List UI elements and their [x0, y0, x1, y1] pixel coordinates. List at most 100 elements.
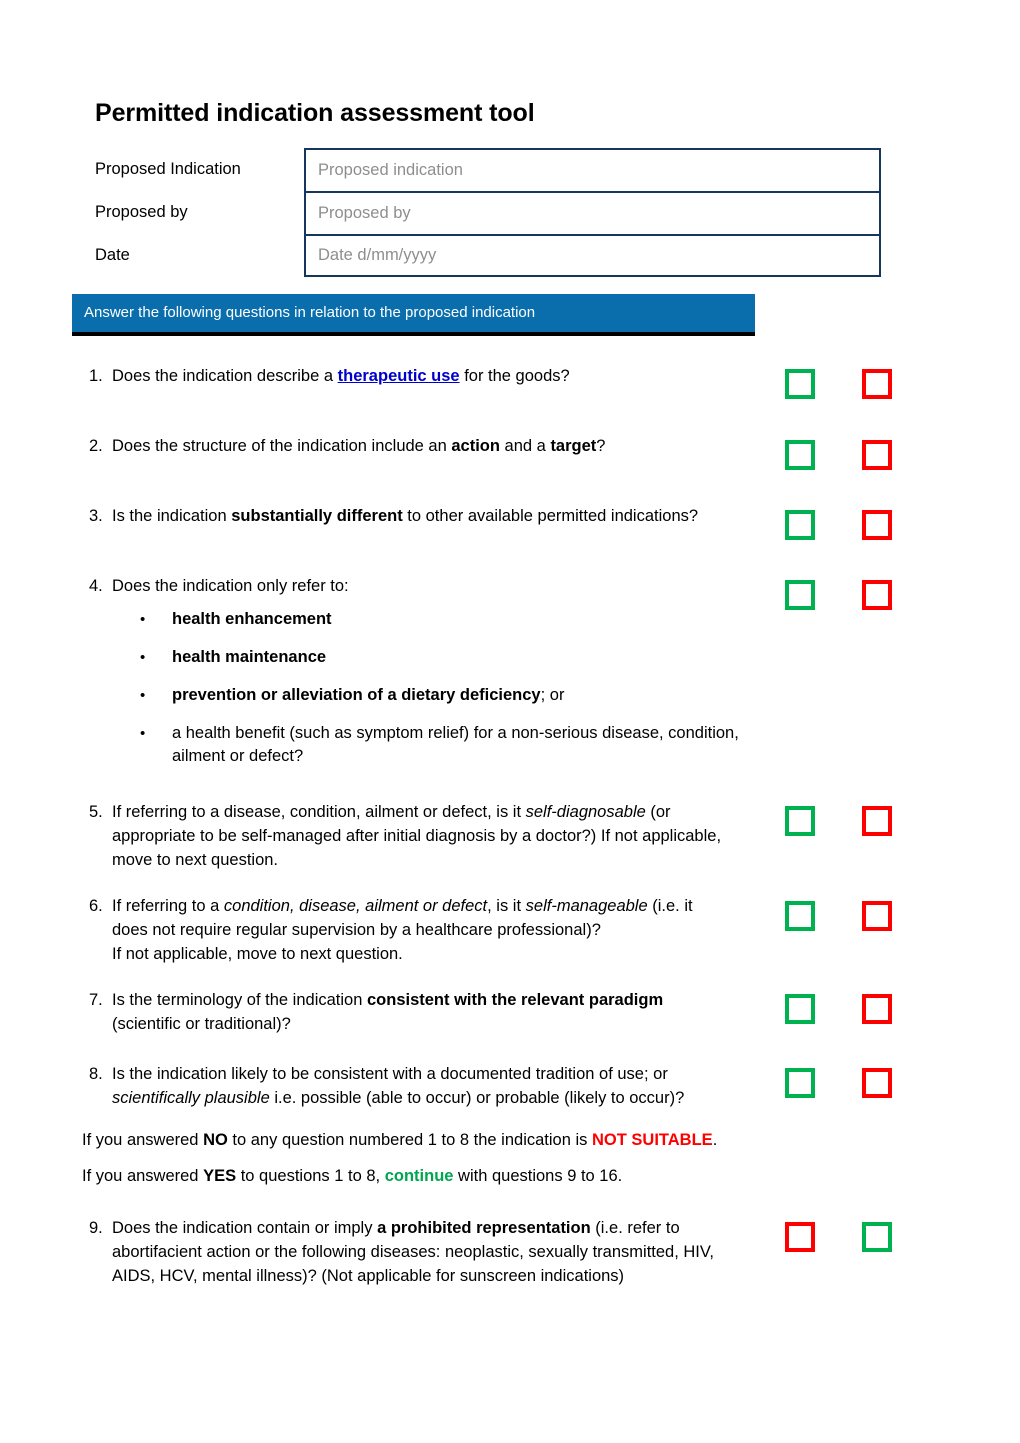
italic-text: condition, disease, ailment or defect [223, 897, 488, 915]
checkbox-q7-right-red[interactable] [862, 994, 892, 1024]
plain-text: , is it [487, 897, 526, 915]
therapeutic-use-link[interactable]: therapeutic use [338, 367, 460, 385]
emphasis-text: action [451, 437, 500, 455]
question-text: Does the structure of the indication inc… [112, 434, 605, 458]
italic-text: self-manageable [525, 897, 648, 915]
instruction-banner-bar: Answer the following questions in relati… [72, 294, 755, 332]
document-page: Permitted indication assessment tool Pro… [0, 0, 1020, 1443]
emphasis-text: a prohibited representation [377, 1219, 591, 1237]
bullet-list-item: • a health benefit (such as symptom relie… [140, 722, 740, 768]
result-statement-1: If you answered NO to any question numbe… [82, 1128, 717, 1152]
question-text: Is the indication substantially differen… [112, 504, 698, 528]
bullet-dot-icon: • [140, 611, 146, 628]
emphasis-text: NO [203, 1131, 228, 1149]
question-item-8: 8. Is the indication likely to be consist… [82, 1062, 722, 1110]
proposal-detail-row: Proposed Indication Proposed indication [95, 148, 881, 191]
checkbox-q1-right-red[interactable] [862, 369, 892, 399]
question-number: 9. [89, 1219, 103, 1237]
question-item-3: 3. Is the indication substantially differ… [82, 504, 782, 528]
bullet-item-text: health maintenance [172, 646, 740, 669]
checkbox-q9-left-red[interactable] [785, 1222, 815, 1252]
plain-text: Is the terminology of the indication [112, 991, 367, 1009]
continue-text: continue [384, 1167, 454, 1185]
field-label: Date [95, 246, 130, 264]
input-placeholder: Proposed by [318, 204, 411, 222]
text-input-1[interactable]: Proposed indication [304, 148, 881, 191]
plain-text: Does the indication contain or imply [112, 1219, 378, 1237]
plain-text: to other available permitted indications… [402, 507, 699, 525]
plain-text: ? [596, 437, 606, 455]
checkbox-q7-left-green[interactable] [785, 994, 815, 1024]
checkbox-q6-right-red[interactable] [862, 901, 892, 931]
emphasis-text: prevention or alleviation of a dietary d… [172, 686, 541, 704]
plain-text: Does the indication describe a [112, 367, 338, 385]
plain-text: If you answered [82, 1131, 204, 1149]
plain-text: Does the indication only refer to: [112, 577, 349, 595]
page-title: Permitted indication assessment tool [95, 99, 535, 127]
proposal-details-table: Proposed Indication Proposed indication Pr… [95, 148, 881, 277]
emphasis-text: target [550, 437, 597, 455]
question-number: 4. [89, 577, 103, 595]
not-suitable-text: NOT SUITABLE [591, 1131, 713, 1149]
plain-text: i.e. possible (able to occur) or probabl… [269, 1089, 685, 1107]
question-item-9: 9. Does the indication contain or imply a… [82, 1216, 742, 1288]
plain-text: to questions 1 to 8, [236, 1167, 385, 1185]
checkbox-q9-right-green[interactable] [862, 1222, 892, 1252]
emphasis-text: health enhancement [172, 610, 332, 628]
bullet-list-item: • prevention or alleviation of a dietary … [140, 684, 740, 707]
checkbox-q3-right-red[interactable] [862, 510, 892, 540]
question-item-5: 5. If referring to a disease, condition, … [82, 800, 722, 872]
checkbox-q8-left-green[interactable] [785, 1068, 815, 1098]
checkbox-q5-left-green[interactable] [785, 806, 815, 836]
bullet-list-item: • health maintenance [140, 646, 740, 669]
question-number: 2. [89, 437, 103, 455]
checkbox-q3-left-green[interactable] [785, 510, 815, 540]
question-text: Does the indication only refer to: [112, 574, 349, 598]
bullet-item-text: health enhancement [172, 608, 740, 631]
checkbox-q8-right-red[interactable] [862, 1068, 892, 1098]
question-item-4: 4. Does the indication only refer to: [82, 574, 782, 598]
emphasis-text: consistent with the relevant paradigm [366, 991, 664, 1009]
emphasis-text: YES [203, 1167, 237, 1185]
result-statement-2: If you answered YES to questions 1 to 8,… [82, 1164, 622, 1188]
checkbox-q5-right-red[interactable] [862, 806, 892, 836]
question-text: If referring to a disease, condition, ai… [112, 800, 722, 872]
question-number: 3. [89, 507, 103, 525]
plain-text: Is the indication [112, 507, 232, 525]
plain-text: to any question numbered 1 to 8 the indi… [227, 1131, 592, 1149]
question-text: Does the indication contain or imply a p… [112, 1216, 742, 1288]
plain-text: and a [499, 437, 551, 455]
input-placeholder: Proposed indication [318, 161, 463, 179]
emphasis-text: substantially different [231, 507, 403, 525]
checkbox-q4-left-green[interactable] [785, 580, 815, 610]
question-item-2: 2. Does the structure of the indication i… [82, 434, 782, 458]
checkbox-q2-left-green[interactable] [785, 440, 815, 470]
italic-text: self-diagnosable [525, 803, 646, 821]
text-input-3[interactable]: Date d/mm/yyyy [304, 234, 881, 277]
plain-text: If you answered [82, 1167, 204, 1185]
instruction-banner-rule [72, 332, 755, 336]
plain-text: . [712, 1131, 718, 1149]
bullet-dot-icon: • [140, 725, 146, 742]
checkbox-q4-right-red[interactable] [862, 580, 892, 610]
question-number: 6. [89, 897, 103, 915]
plain-text: If referring to a [112, 897, 224, 915]
proposal-detail-row: Proposed by Proposed by [95, 191, 881, 234]
bullet-list-item: • health enhancement [140, 608, 740, 631]
checkbox-q6-left-green[interactable] [785, 901, 815, 931]
checkbox-q2-right-red[interactable] [862, 440, 892, 470]
text-input-2[interactable]: Proposed by [304, 191, 881, 234]
plain-text: Does the structure of the indication inc… [112, 437, 452, 455]
field-label: Proposed by [95, 203, 188, 221]
question-number: 7. [89, 991, 103, 1009]
question-number: 8. [89, 1065, 103, 1083]
italic-text: scientifically plausible [112, 1089, 270, 1107]
question-4-bullet-list: • health enhancement • health maintenance • p… [140, 608, 740, 783]
checkbox-q1-left-green[interactable] [785, 369, 815, 399]
plain-text: Is the indication likely to be consisten… [112, 1065, 668, 1083]
emphasis-text: health maintenance [172, 648, 327, 666]
question-text: Does the indication describe a therapeut… [112, 364, 570, 388]
question-text: Is the indication likely to be consisten… [112, 1062, 722, 1110]
input-placeholder: Date d/mm/yyyy [318, 246, 437, 264]
question-item-6: 6. If referring to a condition, disease, … [82, 894, 732, 966]
